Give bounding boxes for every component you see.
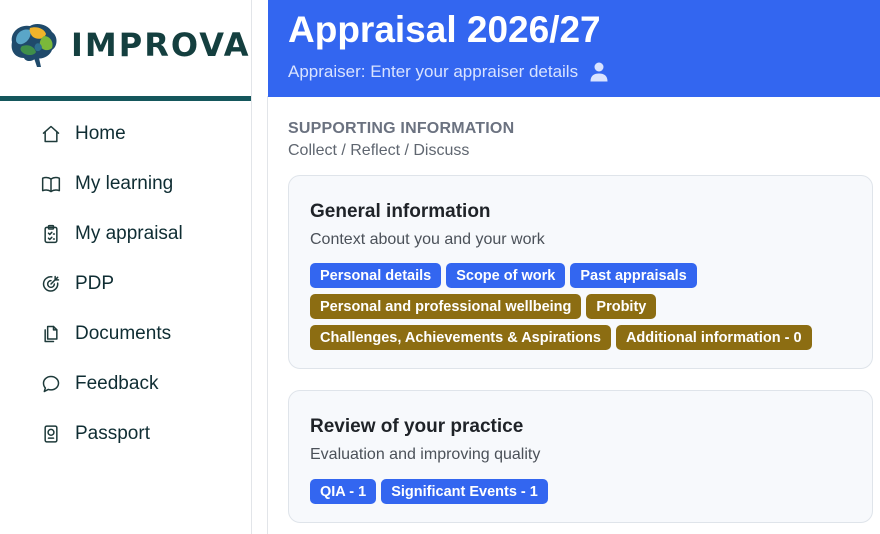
clipboard-icon bbox=[40, 223, 62, 245]
sidebar-item-feedback[interactable]: Feedback bbox=[40, 359, 240, 409]
sidebar: IMPROVAL Home My learning My appraisal P… bbox=[0, 0, 271, 534]
chat-bubble-icon bbox=[40, 373, 62, 395]
page-header: Appraisal 2026/27 Appraiser: Enter your … bbox=[268, 0, 880, 97]
tag-list: QIA - 1 Significant Events - 1 bbox=[310, 479, 870, 510]
sidebar-item-label: Passport bbox=[75, 423, 150, 444]
book-icon bbox=[40, 173, 62, 195]
sidebar-nav: Home My learning My appraisal PDP Docume… bbox=[40, 109, 240, 459]
card-description: Evaluation and improving quality bbox=[310, 446, 541, 463]
user-icon[interactable] bbox=[590, 62, 608, 82]
sidebar-item-label: PDP bbox=[75, 273, 115, 294]
sidebar-item-my-appraisal[interactable]: My appraisal bbox=[40, 209, 240, 259]
card-title: General information bbox=[310, 201, 491, 222]
passport-icon bbox=[40, 423, 62, 445]
tag-list: Personal details Scope of work Past appr… bbox=[310, 263, 870, 356]
tag-row: Challenges, Achievements & Aspirations A… bbox=[310, 325, 870, 350]
appraiser-details-link[interactable]: Appraiser: Enter your appraiser details bbox=[288, 62, 608, 82]
section-heading: SUPPORTING INFORMATION bbox=[288, 120, 515, 137]
sidebar-item-pdp[interactable]: PDP bbox=[40, 259, 240, 309]
tag-scope-of-work[interactable]: Scope of work bbox=[446, 263, 566, 288]
target-icon bbox=[40, 273, 62, 295]
card-description: Context about you and your work bbox=[310, 231, 545, 248]
brain-logo-icon bbox=[11, 24, 57, 67]
appraiser-text: Appraiser: Enter your appraiser details bbox=[288, 62, 579, 81]
gutter bbox=[252, 0, 268, 534]
card-general-information: General information Context about you an… bbox=[288, 175, 873, 369]
brand-divider bbox=[0, 96, 251, 101]
section-subheading: Collect / Reflect / Discuss bbox=[288, 142, 470, 159]
page-title: Appraisal 2026/27 bbox=[288, 9, 601, 50]
sidebar-item-label: My learning bbox=[75, 173, 174, 194]
documents-icon bbox=[40, 323, 62, 345]
sidebar-item-documents[interactable]: Documents bbox=[40, 309, 240, 359]
home-icon bbox=[40, 123, 62, 145]
tag-challenges-achievements[interactable]: Challenges, Achievements & Aspirations bbox=[310, 325, 611, 350]
sidebar-item-home[interactable]: Home bbox=[40, 109, 240, 159]
tag-additional-information[interactable]: Additional information - 0 bbox=[615, 325, 812, 350]
sidebar-item-passport[interactable]: Passport bbox=[40, 409, 240, 459]
sidebar-item-label: Feedback bbox=[75, 373, 159, 394]
tag-row: Personal and professional wellbeing Prob… bbox=[310, 294, 870, 319]
sidebar-item-label: My appraisal bbox=[75, 223, 183, 244]
brand-name: IMPROVAL bbox=[71, 26, 273, 64]
sidebar-item-label: Home bbox=[75, 123, 126, 144]
brand[interactable]: IMPROVAL bbox=[0, 0, 271, 96]
tag-probity[interactable]: Probity bbox=[586, 294, 657, 319]
app-root: IMPROVAL Home My learning My appraisal P… bbox=[0, 0, 880, 534]
tag-row: Personal details Scope of work Past appr… bbox=[310, 263, 870, 288]
tag-qia[interactable]: QIA - 1 bbox=[310, 479, 377, 504]
tag-row: QIA - 1 Significant Events - 1 bbox=[310, 479, 870, 504]
tag-personal-details[interactable]: Personal details bbox=[310, 263, 442, 288]
sidebar-item-label: Documents bbox=[75, 323, 172, 344]
tag-past-appraisals[interactable]: Past appraisals bbox=[570, 263, 697, 288]
sidebar-item-my-learning[interactable]: My learning bbox=[40, 159, 240, 209]
tag-wellbeing[interactable]: Personal and professional wellbeing bbox=[310, 294, 582, 319]
card-title: Review of your practice bbox=[310, 416, 524, 437]
main-content: SUPPORTING INFORMATION Collect / Reflect… bbox=[268, 97, 880, 534]
tag-significant-events[interactable]: Significant Events - 1 bbox=[381, 479, 548, 504]
card-review-of-practice: Review of your practice Evaluation and i… bbox=[288, 390, 873, 523]
